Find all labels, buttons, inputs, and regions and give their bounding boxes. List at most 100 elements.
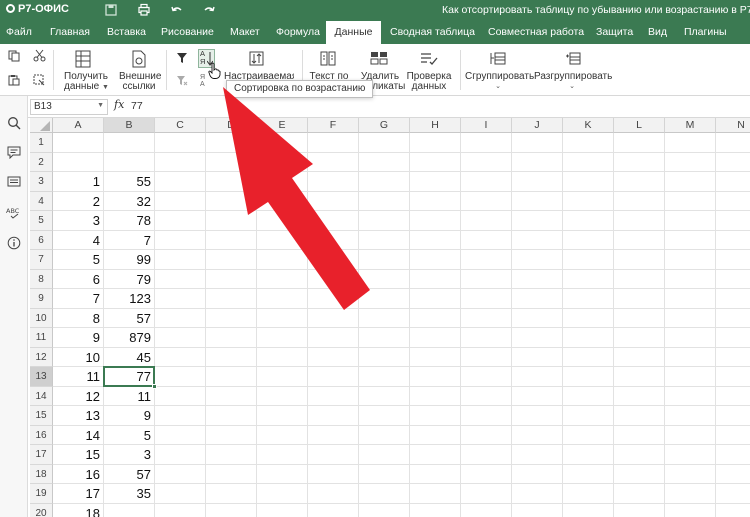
cell-h2[interactable] (410, 152, 461, 172)
cell-c9[interactable] (155, 289, 206, 309)
cell-a7[interactable]: 5 (53, 250, 104, 270)
select-all-corner[interactable] (30, 118, 53, 133)
cell-e13[interactable] (257, 367, 308, 387)
cell-f12[interactable] (308, 347, 359, 367)
row-header[interactable]: 1 (30, 133, 53, 153)
cell-b18[interactable]: 57 (104, 464, 155, 484)
cell-l4[interactable] (614, 191, 665, 211)
cell-l15[interactable] (614, 406, 665, 426)
row-header[interactable]: 3 (30, 172, 53, 192)
column-header-n[interactable]: N (716, 118, 750, 133)
cell-m3[interactable] (665, 172, 716, 192)
cell-g12[interactable] (359, 347, 410, 367)
cell-m7[interactable] (665, 250, 716, 270)
cell-n20[interactable] (716, 504, 750, 517)
cell-i9[interactable] (461, 289, 512, 309)
cell-e5[interactable] (257, 211, 308, 231)
cell-c12[interactable] (155, 347, 206, 367)
cell-j20[interactable] (512, 503, 563, 517)
cell-i2[interactable] (461, 152, 512, 172)
cell-n17[interactable] (716, 445, 750, 465)
cell-g5[interactable] (359, 211, 410, 231)
cell-c11[interactable] (155, 328, 206, 348)
cell-b7[interactable]: 99 (104, 250, 155, 270)
tab-view[interactable]: Вид (648, 21, 667, 44)
cell-d6[interactable] (206, 230, 257, 250)
cell-j9[interactable] (512, 289, 563, 309)
cell-j18[interactable] (512, 464, 563, 484)
cell-f10[interactable] (308, 308, 359, 328)
cell-f20[interactable] (308, 503, 359, 517)
cell-l6[interactable] (614, 230, 665, 250)
cell-b3[interactable]: 55 (104, 172, 155, 192)
tab-pivot-table[interactable]: Сводная таблица (390, 21, 475, 44)
cell-g7[interactable] (359, 250, 410, 270)
cell-j15[interactable] (512, 406, 563, 426)
cell-e10[interactable] (257, 308, 308, 328)
cell-a16[interactable]: 14 (53, 425, 104, 445)
cell-f16[interactable] (308, 425, 359, 445)
cell-d18[interactable] (206, 464, 257, 484)
cell-d12[interactable] (206, 347, 257, 367)
cell-a12[interactable]: 10 (53, 347, 104, 367)
cell-d5[interactable] (206, 211, 257, 231)
name-box[interactable]: B13 ▼ (30, 99, 108, 115)
print-icon[interactable] (137, 3, 151, 17)
cell-n11[interactable] (716, 328, 750, 348)
get-data-icon[interactable] (75, 50, 91, 68)
copy-icon[interactable] (8, 50, 20, 62)
column-header-l[interactable]: L (614, 118, 665, 133)
cell-b1[interactable] (104, 133, 155, 153)
cell-j17[interactable] (512, 445, 563, 465)
cell-d1[interactable] (206, 133, 257, 153)
cell-m14[interactable] (665, 386, 716, 406)
cell-e14[interactable] (257, 386, 308, 406)
cell-k18[interactable] (563, 464, 614, 484)
column-header-m[interactable]: M (665, 118, 716, 133)
cell-e12[interactable] (257, 347, 308, 367)
cell-a1[interactable] (53, 133, 104, 153)
tab-plugins[interactable]: Плагины (684, 21, 727, 44)
cell-e6[interactable] (257, 230, 308, 250)
cell-m17[interactable] (665, 445, 716, 465)
cut-icon[interactable] (33, 49, 46, 62)
cell-j5[interactable] (512, 211, 563, 231)
cell-l3[interactable] (614, 172, 665, 192)
cell-i3[interactable] (461, 172, 512, 192)
cell-m10[interactable] (665, 308, 716, 328)
cell-b8[interactable]: 79 (104, 269, 155, 289)
row-header[interactable]: 9 (30, 289, 53, 309)
cell-h10[interactable] (410, 308, 461, 328)
cell-n16[interactable] (716, 426, 750, 445)
cell-b14[interactable]: 11 (104, 386, 155, 406)
cell-a9[interactable]: 7 (53, 289, 104, 309)
cell-h15[interactable] (410, 406, 461, 426)
row-header[interactable]: 19 (30, 484, 53, 504)
cell-n7[interactable] (716, 250, 750, 270)
cell-l20[interactable] (614, 503, 665, 517)
cell-g15[interactable] (359, 406, 410, 426)
cell-j13[interactable] (512, 367, 563, 387)
cell-c5[interactable] (155, 211, 206, 231)
cell-d15[interactable] (206, 406, 257, 426)
column-header-d[interactable]: D (206, 118, 257, 133)
cell-h18[interactable] (410, 464, 461, 484)
cell-j2[interactable] (512, 152, 563, 172)
cell-e11[interactable] (257, 328, 308, 348)
cell-j4[interactable] (512, 191, 563, 211)
cell-m12[interactable] (665, 347, 716, 367)
text-to-columns-icon[interactable] (320, 51, 336, 66)
cell-m13[interactable] (665, 367, 716, 387)
external-links-icon[interactable] (131, 50, 147, 68)
cell-a14[interactable]: 12 (53, 386, 104, 406)
cell-e18[interactable] (257, 464, 308, 484)
redo-icon[interactable] (202, 3, 216, 17)
cell-l2[interactable] (614, 152, 665, 172)
cell-m5[interactable] (665, 211, 716, 231)
cell-k16[interactable] (563, 425, 614, 445)
cell-f5[interactable] (308, 211, 359, 231)
cell-j12[interactable] (512, 347, 563, 367)
cell-f9[interactable] (308, 289, 359, 309)
row-header[interactable]: 8 (30, 269, 53, 289)
cell-m18[interactable] (665, 464, 716, 484)
